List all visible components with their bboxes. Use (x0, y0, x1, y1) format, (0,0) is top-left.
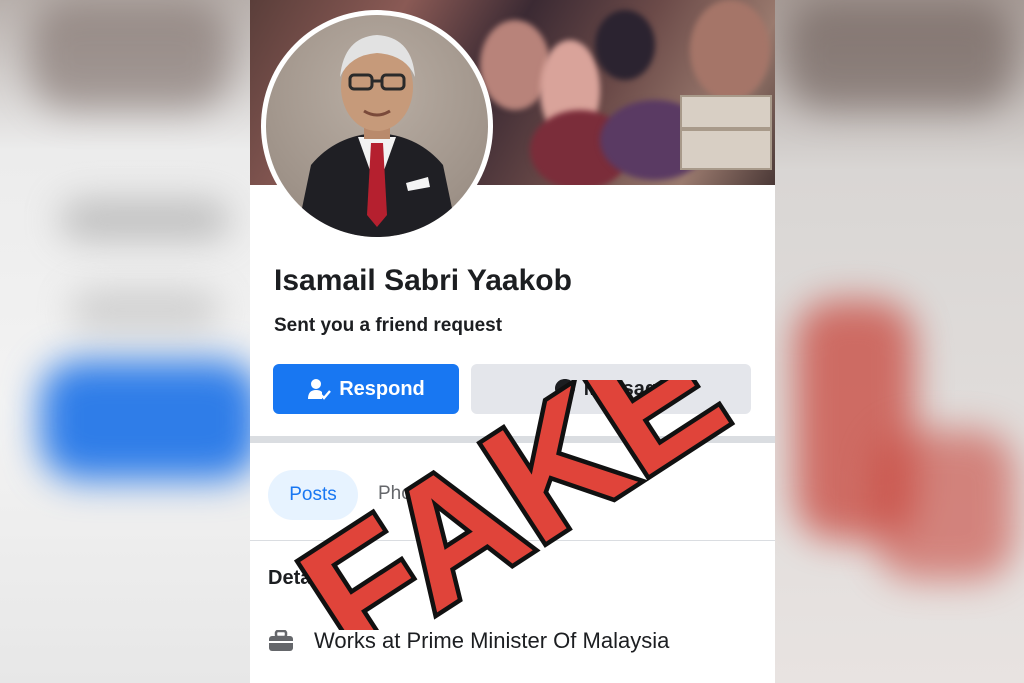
profile-name: Isamail Sabri Yaakob (274, 264, 572, 297)
message-label: Message (583, 377, 669, 400)
avatar[interactable] (266, 15, 488, 237)
tab-posts-label: Posts (289, 484, 337, 505)
respond-button[interactable]: Respond (273, 364, 459, 414)
background-right (775, 0, 1024, 683)
tab-photos-label: Photos (378, 483, 438, 504)
avatar-portrait (296, 35, 458, 237)
work-text: Works at Prime Minister Of Malaysia (314, 628, 670, 653)
respond-label: Respond (339, 377, 425, 400)
messenger-icon (554, 379, 575, 399)
friend-request-status: Sent you a friend request (274, 315, 503, 336)
section-separator (250, 436, 775, 443)
message-button[interactable]: Message (471, 364, 751, 414)
person-check-icon (308, 379, 332, 400)
tab-photos[interactable]: Photos (378, 483, 437, 505)
crate-image (680, 95, 772, 170)
briefcase-icon (269, 630, 293, 651)
details-heading: Details (268, 567, 334, 589)
tabs-divider (250, 540, 775, 541)
background-left (0, 0, 250, 683)
profile-screen: Isamail Sabri Yaakob Sent you a friend r… (250, 0, 775, 683)
tab-posts[interactable]: Posts (268, 470, 358, 520)
work-info-row: Works at Prime Minister Of Malaysia (268, 628, 669, 654)
